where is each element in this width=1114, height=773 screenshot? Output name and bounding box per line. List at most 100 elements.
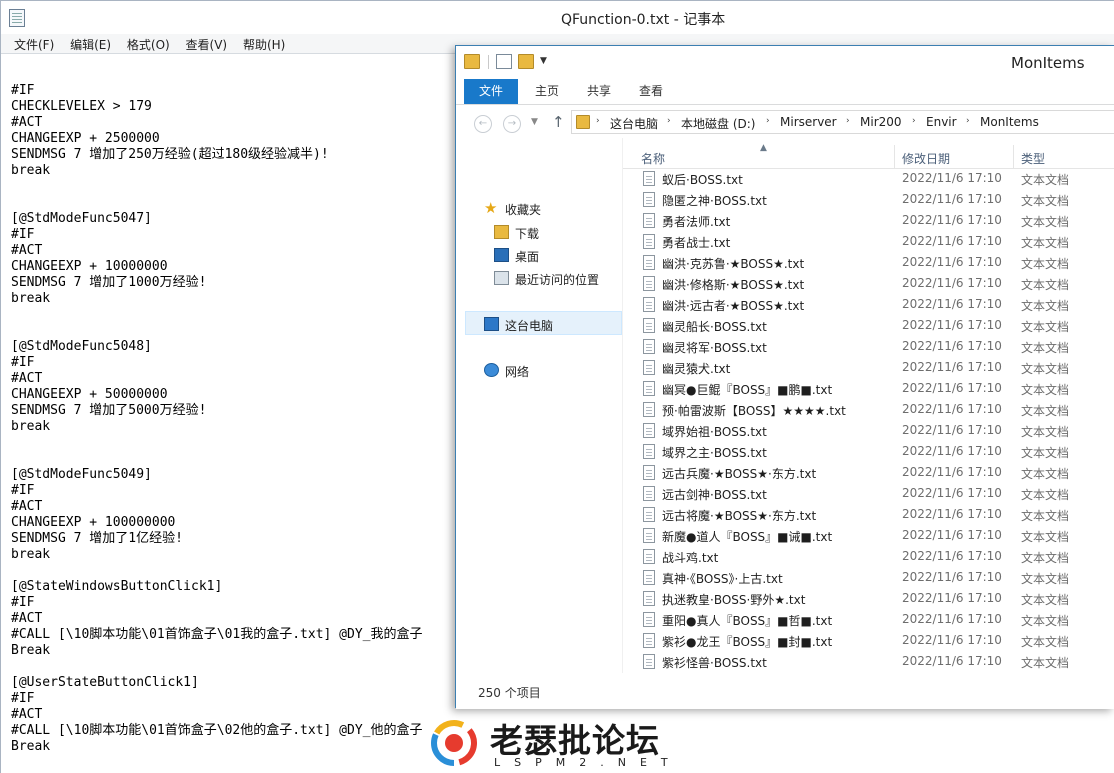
file-row[interactable]: 战斗鸡.txt 2022/11/6 17:10 文本文档 — [623, 546, 1114, 567]
file-rows: 蚁后·BOSS.txt 2022/11/6 17:10 文本文档 隐匿之神·BOSS.… — [623, 168, 1114, 672]
file-row[interactable]: 勇者战士.txt 2022/11/6 17:10 文本文档 — [623, 231, 1114, 252]
text-file-icon — [643, 213, 655, 228]
column-date-modified[interactable]: 修改日期 — [902, 150, 950, 167]
file-name: 幽洪·克苏鲁·★BOSS★.txt — [662, 257, 805, 271]
menu-format[interactable]: 格式(O) — [121, 34, 176, 55]
file-row[interactable]: 预·帕雷波斯【BOSS】★★★★.txt 2022/11/6 17:10 文本文档 — [623, 399, 1114, 420]
text-file-icon — [643, 318, 655, 333]
file-date: 2022/11/6 17:10 — [902, 360, 1002, 374]
folder-icon — [464, 54, 480, 69]
file-row[interactable]: 远古兵魔·★BOSS★·东方.txt 2022/11/6 17:10 文本文档 — [623, 462, 1114, 483]
file-row[interactable]: 幽洪·远古者·★BOSS★.txt 2022/11/6 17:10 文本文档 — [623, 294, 1114, 315]
file-name: 真神·《BOSS》·上古.txt — [662, 572, 783, 586]
menu-edit[interactable]: 编辑(E) — [64, 34, 117, 55]
file-row[interactable]: 幽灵将军·BOSS.txt 2022/11/6 17:10 文本文档 — [623, 336, 1114, 357]
file-date: 2022/11/6 17:10 — [902, 423, 1002, 437]
menu-file[interactable]: 文件(F) — [8, 34, 60, 55]
column-divider[interactable] — [1013, 145, 1014, 169]
file-row[interactable]: 重阳●真人『BOSS』■哲■.txt 2022/11/6 17:10 文本文档 — [623, 609, 1114, 630]
file-row[interactable]: 勇者法师.txt 2022/11/6 17:10 文本文档 — [623, 210, 1114, 231]
breadcrumb-chevron-icon[interactable]: › — [912, 116, 916, 126]
column-headers: ▲ 名称 修改日期 类型 — [623, 143, 1114, 169]
text-file-icon — [643, 591, 655, 606]
text-file-icon — [643, 507, 655, 522]
file-type: 文本文档 — [1021, 614, 1070, 628]
up-arrow-icon[interactable]: ↑ — [552, 113, 565, 131]
properties-icon[interactable] — [496, 54, 512, 69]
notepad-title-bar[interactable]: QFunction-0.txt - 记事本 — [1, 1, 1114, 34]
file-row[interactable]: 隐匿之神·BOSS.txt 2022/11/6 17:10 文本文档 — [623, 189, 1114, 210]
nav-network-label: 网络 — [505, 365, 530, 379]
file-name: 勇者战士.txt — [662, 236, 731, 250]
file-date: 2022/11/6 17:10 — [902, 381, 1002, 395]
new-folder-icon[interactable] — [518, 54, 534, 69]
text-file-icon — [643, 297, 655, 312]
column-divider[interactable] — [894, 145, 895, 169]
explorer-title-bar[interactable]: ▼ MonItems — [456, 46, 1114, 79]
file-row[interactable]: 蚁后·BOSS.txt 2022/11/6 17:10 文本文档 — [623, 168, 1114, 189]
file-type: 文本文档 — [1021, 383, 1070, 397]
tab-file[interactable]: 文件 — [464, 79, 518, 104]
file-date: 2022/11/6 17:10 — [902, 318, 1002, 332]
file-row[interactable]: 幽洪·克苏鲁·★BOSS★.txt 2022/11/6 17:10 文本文档 — [623, 252, 1114, 273]
text-file-icon — [643, 612, 655, 627]
notepad-icon — [9, 9, 25, 27]
file-row[interactable]: 新魔●道人『BOSS』■诫■.txt 2022/11/6 17:10 文本文档 — [623, 525, 1114, 546]
breadcrumb-chevron-icon[interactable]: › — [596, 116, 600, 126]
text-file-icon — [643, 192, 655, 207]
breadcrumb-mir200[interactable]: Mir200 — [860, 115, 902, 129]
breadcrumb-chevron-icon[interactable]: › — [667, 116, 671, 126]
address-bar[interactable]: › 这台电脑 › 本地磁盘 (D:) › Mirserver › Mir200 … — [571, 110, 1114, 134]
menu-help[interactable]: 帮助(H) — [237, 34, 291, 55]
breadcrumb-local-disk[interactable]: 本地磁盘 (D:) — [681, 115, 755, 132]
forward-icon[interactable]: → — [503, 115, 521, 133]
file-row[interactable]: 域界始祖·BOSS.txt 2022/11/6 17:10 文本文档 — [623, 420, 1114, 441]
breadcrumb-mirserver[interactable]: Mirserver — [780, 115, 837, 129]
file-name: 幽冥●巨鲲『BOSS』■鹏■.txt — [662, 383, 833, 397]
file-date: 2022/11/6 17:10 — [902, 297, 1002, 311]
file-date: 2022/11/6 17:10 — [902, 612, 1002, 626]
file-row[interactable]: 紫衫怪兽·BOSS.txt 2022/11/6 17:10 文本文档 — [623, 651, 1114, 672]
back-icon[interactable]: ← — [474, 115, 492, 133]
file-name: 勇者法师.txt — [662, 215, 731, 229]
file-type: 文本文档 — [1021, 446, 1070, 460]
column-type[interactable]: 类型 — [1021, 150, 1045, 167]
file-row[interactable]: 幽灵猿犬.txt 2022/11/6 17:10 文本文档 — [623, 357, 1114, 378]
file-row[interactable]: 远古将魔·★BOSS★·东方.txt 2022/11/6 17:10 文本文档 — [623, 504, 1114, 525]
breadcrumb-this-pc[interactable]: 这台电脑 — [610, 115, 658, 132]
file-name: 域界始祖·BOSS.txt — [662, 425, 767, 439]
file-row[interactable]: 执迷教皇·BOSS·野外★.txt 2022/11/6 17:10 文本文档 — [623, 588, 1114, 609]
file-type: 文本文档 — [1021, 572, 1070, 586]
toolbar-divider — [488, 55, 489, 69]
menu-view[interactable]: 查看(V) — [180, 34, 234, 55]
breadcrumb-envir[interactable]: Envir — [926, 115, 957, 129]
recent-locations-chevron-icon[interactable]: ▼ — [531, 117, 538, 127]
file-type: 文本文档 — [1021, 173, 1070, 187]
quick-access-dropdown-icon[interactable]: ▼ — [540, 56, 547, 66]
tab-share[interactable]: 共享 — [578, 79, 620, 104]
file-row[interactable]: 幽洪·修格斯·★BOSS★.txt 2022/11/6 17:10 文本文档 — [623, 273, 1114, 294]
breadcrumb-monitems[interactable]: MonItems — [980, 115, 1039, 129]
tab-view[interactable]: 查看 — [630, 79, 672, 104]
text-file-icon — [643, 549, 655, 564]
file-date: 2022/11/6 17:10 — [902, 402, 1002, 416]
column-name[interactable]: 名称 — [641, 150, 665, 167]
text-file-icon — [643, 528, 655, 543]
file-type: 文本文档 — [1021, 257, 1070, 271]
file-row[interactable]: 远古剑神·BOSS.txt 2022/11/6 17:10 文本文档 — [623, 483, 1114, 504]
breadcrumb-chevron-icon[interactable]: › — [766, 116, 770, 126]
file-date: 2022/11/6 17:10 — [902, 192, 1002, 206]
file-date: 2022/11/6 17:10 — [902, 570, 1002, 584]
file-row[interactable]: 域界之主·BOSS.txt 2022/11/6 17:10 文本文档 — [623, 441, 1114, 462]
file-row[interactable]: 紫衫●龙王『BOSS』■封■.txt 2022/11/6 17:10 文本文档 — [623, 630, 1114, 651]
file-type: 文本文档 — [1021, 341, 1070, 355]
text-file-icon — [643, 402, 655, 417]
file-row[interactable]: 幽冥●巨鲲『BOSS』■鹏■.txt 2022/11/6 17:10 文本文档 — [623, 378, 1114, 399]
text-file-icon — [643, 465, 655, 480]
file-row[interactable]: 幽灵船长·BOSS.txt 2022/11/6 17:10 文本文档 — [623, 315, 1114, 336]
file-date: 2022/11/6 17:10 — [902, 276, 1002, 290]
tab-home[interactable]: 主页 — [526, 79, 568, 104]
breadcrumb-chevron-icon[interactable]: › — [966, 116, 970, 126]
file-row[interactable]: 真神·《BOSS》·上古.txt 2022/11/6 17:10 文本文档 — [623, 567, 1114, 588]
breadcrumb-chevron-icon[interactable]: › — [846, 116, 850, 126]
